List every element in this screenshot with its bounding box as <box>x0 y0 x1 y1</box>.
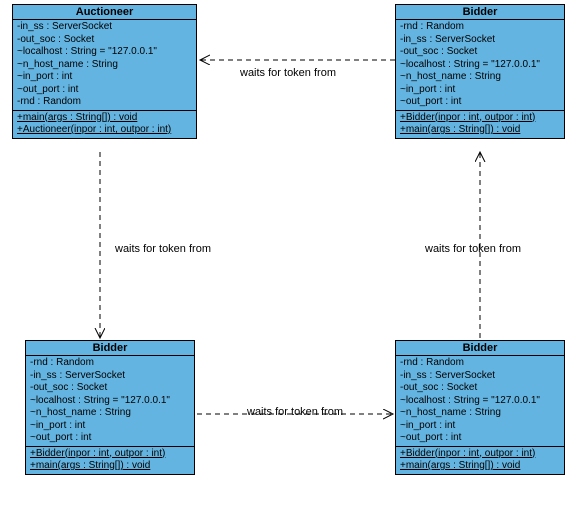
op-row: +Bidder(inpor : int, outpor : int) <box>30 448 190 461</box>
class-name: Bidder <box>26 341 194 356</box>
op-row: +main(args : String[]) : void <box>17 112 192 125</box>
class-auctioneer: Auctioneer -in_ss : ServerSocket -out_so… <box>12 4 197 139</box>
class-bidder-top-right: Bidder -rnd : Random -in_ss : ServerSock… <box>395 4 565 139</box>
attr-row: ~localhost : String = "127.0.0.1" <box>17 46 192 59</box>
class-name: Bidder <box>396 5 564 20</box>
attr-row: ~in_port : int <box>400 420 560 433</box>
attr-row: ~out_port : int <box>17 84 192 97</box>
class-attrs: -rnd : Random -in_ss : ServerSocket -out… <box>396 20 564 111</box>
op-row: +Bidder(inpor : int, outpor : int) <box>400 448 560 461</box>
attr-row: ~out_port : int <box>400 96 560 109</box>
attr-row: -out_soc : Socket <box>400 46 560 59</box>
attr-row: ~localhost : String = "127.0.0.1" <box>30 395 190 408</box>
class-ops: +Bidder(inpor : int, outpor : int) +main… <box>396 447 564 474</box>
attr-row: -in_ss : ServerSocket <box>30 370 190 383</box>
attr-row: -in_ss : ServerSocket <box>17 21 192 34</box>
attr-row: ~n_host_name : String <box>17 59 192 72</box>
edge-label-right: waits for token from <box>425 243 521 255</box>
attr-row: ~in_port : int <box>30 420 190 433</box>
class-attrs: -rnd : Random -in_ss : ServerSocket -out… <box>26 356 194 447</box>
attr-row: ~n_host_name : String <box>400 71 560 84</box>
class-ops: +Bidder(inpor : int, outpor : int) +main… <box>396 111 564 138</box>
op-row: +main(args : String[]) : void <box>400 460 560 473</box>
attr-row: ~n_host_name : String <box>400 407 560 420</box>
class-ops: +main(args : String[]) : void +Auctionee… <box>13 111 196 138</box>
edge-label-left: waits for token from <box>115 243 211 255</box>
attr-row: ~in_port : int <box>17 71 192 84</box>
attr-row: -in_ss : ServerSocket <box>400 34 560 47</box>
class-ops: +Bidder(inpor : int, outpor : int) +main… <box>26 447 194 474</box>
op-row: +main(args : String[]) : void <box>30 460 190 473</box>
attr-row: -out_soc : Socket <box>400 382 560 395</box>
attr-row: -rnd : Random <box>17 96 192 109</box>
attr-row: ~out_port : int <box>400 432 560 445</box>
op-row: +Auctioneer(inpor : int, outpor : int) <box>17 124 192 137</box>
attr-row: ~localhost : String = "127.0.0.1" <box>400 59 560 72</box>
op-row: +Bidder(inpor : int, outpor : int) <box>400 112 560 125</box>
edge-label-top: waits for token from <box>240 67 336 79</box>
attr-row: -rnd : Random <box>400 357 560 370</box>
class-attrs: -rnd : Random -in_ss : ServerSocket -out… <box>396 356 564 447</box>
attr-row: -rnd : Random <box>30 357 190 370</box>
attr-row: ~n_host_name : String <box>30 407 190 420</box>
attr-row: -rnd : Random <box>400 21 560 34</box>
class-bidder-bottom-right: Bidder -rnd : Random -in_ss : ServerSock… <box>395 340 565 475</box>
class-name: Bidder <box>396 341 564 356</box>
op-row: +main(args : String[]) : void <box>400 124 560 137</box>
class-attrs: -in_ss : ServerSocket -out_soc : Socket … <box>13 20 196 111</box>
attr-row: -out_soc : Socket <box>30 382 190 395</box>
attr-row: ~out_port : int <box>30 432 190 445</box>
attr-row: ~localhost : String = "127.0.0.1" <box>400 395 560 408</box>
attr-row: ~in_port : int <box>400 84 560 97</box>
class-name: Auctioneer <box>13 5 196 20</box>
class-bidder-bottom-left: Bidder -rnd : Random -in_ss : ServerSock… <box>25 340 195 475</box>
edge-label-bottom: waits for token from <box>247 406 343 418</box>
attr-row: -out_soc : Socket <box>17 34 192 47</box>
attr-row: -in_ss : ServerSocket <box>400 370 560 383</box>
